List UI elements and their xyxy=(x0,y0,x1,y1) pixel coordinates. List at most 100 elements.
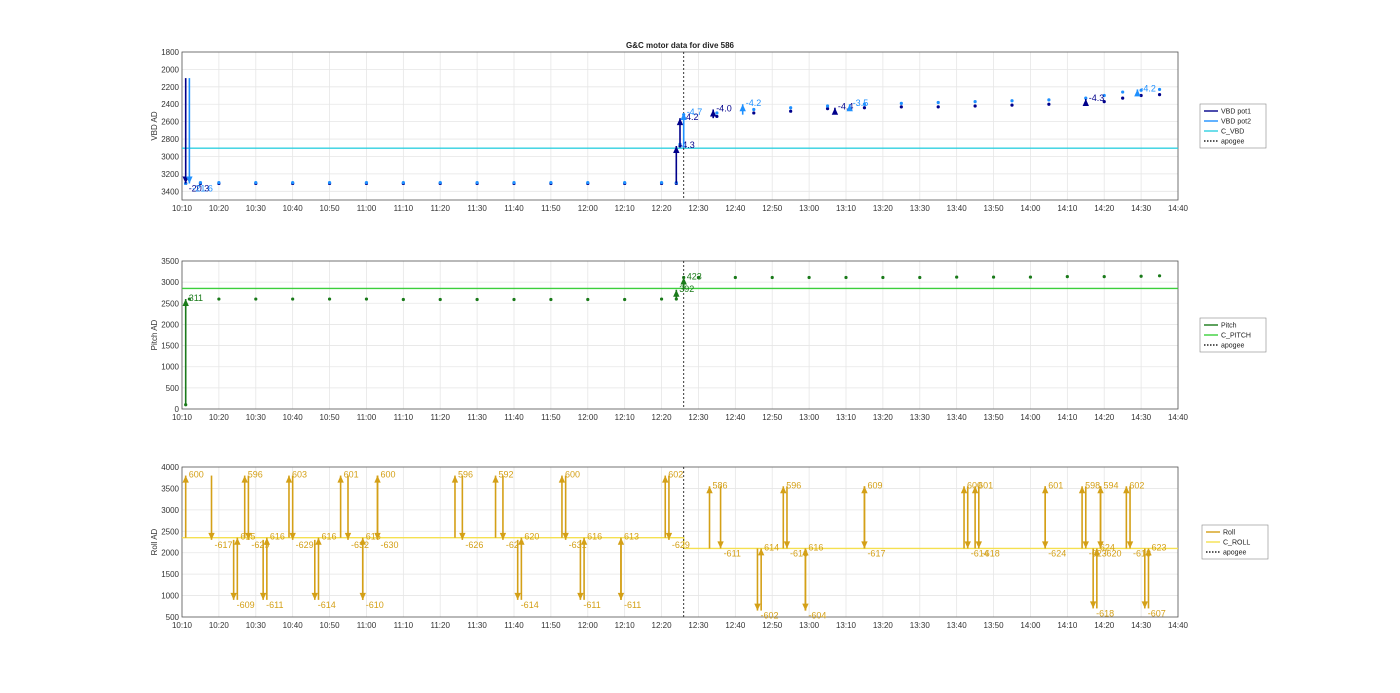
x-tick-label: 13:00 xyxy=(799,413,820,422)
x-tick-label: 13:50 xyxy=(984,413,1005,422)
move-arrow-head xyxy=(1042,541,1049,549)
vbd-panel: 10:10 10:20 10:30 10:40 10:50 11:00 11:10 11:20… xyxy=(150,48,1267,213)
x-tick-label: 13:40 xyxy=(947,204,968,213)
data-point-vbd-pot2 xyxy=(1157,87,1162,92)
x-tick-label: 14:00 xyxy=(1020,413,1041,422)
move-arrow-head xyxy=(289,532,296,540)
x-tick-label: 14:00 xyxy=(1020,621,1041,630)
x-tick-label: 12:30 xyxy=(688,621,709,630)
data-point-vbd-pot2 xyxy=(1010,99,1014,103)
move-label: 613 xyxy=(624,532,639,542)
move-label: -607 xyxy=(1148,608,1166,618)
move-label: 311 xyxy=(189,293,203,303)
data-point-pitch xyxy=(918,275,922,280)
data-point-vbd-pot1 xyxy=(752,111,756,115)
legend-label: C_ROLL xyxy=(1223,540,1250,547)
y-tick-label: 1500 xyxy=(161,342,179,351)
data-point-pitch xyxy=(364,297,369,301)
x-tick-label: 13:10 xyxy=(836,413,857,422)
y-tick-label: 2400 xyxy=(161,100,179,109)
x-tick-label: 14:40 xyxy=(1168,621,1189,630)
data-point-pitch xyxy=(659,297,664,301)
data-point-pitch xyxy=(1102,275,1106,279)
move-arrow-head xyxy=(1141,601,1148,609)
x-tick-label: 10:10 xyxy=(172,204,193,213)
y-tick-label: 3400 xyxy=(161,187,179,196)
move-label: 601 xyxy=(344,470,359,480)
data-point-vbd-pot1 xyxy=(1010,103,1014,107)
legend-label: apogee xyxy=(1221,139,1244,146)
y-axis-label: Roll AD xyxy=(150,528,159,555)
x-tick-label: 11:30 xyxy=(467,413,487,422)
move-label: 596 xyxy=(248,470,263,480)
x-tick-label: 10:50 xyxy=(320,413,341,422)
x-tick-label: 11:10 xyxy=(394,621,414,630)
x-tick-label: 12:00 xyxy=(578,413,599,422)
move-label: -626 xyxy=(465,540,483,550)
data-point-pitch xyxy=(1139,274,1143,278)
move-label: 600 xyxy=(381,470,396,480)
data-point-pitch xyxy=(327,297,332,301)
data-point-pitch xyxy=(1065,275,1069,279)
x-tick-label: 12:40 xyxy=(725,204,746,213)
move-label: 616 xyxy=(270,532,285,542)
x-tick-label: 12:20 xyxy=(652,204,673,213)
legend-label: VBD pot1 xyxy=(1221,109,1251,116)
move-label: 616 xyxy=(587,532,602,542)
motor-data-figure: G&C motor data for dive 586 10:10 10:20 10… xyxy=(150,41,1269,630)
move-label: 603 xyxy=(292,470,307,480)
move-arrow-head xyxy=(754,603,761,611)
figure-title: G&C motor data for dive 586 xyxy=(626,41,735,50)
x-tick-label: 10:20 xyxy=(209,413,230,422)
data-point-vbd-pot2 xyxy=(659,180,664,185)
y-tick-label: 0 xyxy=(175,405,180,414)
data-point-pitch xyxy=(733,275,737,280)
move-label: -611 xyxy=(724,548,741,558)
move-label: -4.3 xyxy=(679,140,695,150)
x-tick-label: 11:20 xyxy=(431,204,451,213)
y-tick-label: 2600 xyxy=(161,118,179,127)
move-label: 616 xyxy=(321,532,336,542)
x-tick-label: 11:30 xyxy=(467,204,487,213)
data-point-vbd-pot2 xyxy=(401,180,405,185)
legend-label: apogee xyxy=(1223,550,1246,557)
x-tick-label: 14:40 xyxy=(1168,413,1189,422)
move-label: -611 xyxy=(624,600,641,610)
x-tick-label: 12:20 xyxy=(652,621,673,630)
roll-legend: Roll C_ROLLapogee xyxy=(1201,524,1269,560)
x-tick-label: 14:10 xyxy=(1057,621,1078,630)
x-tick-label: 12:00 xyxy=(578,621,599,630)
data-point-vbd-pot2 xyxy=(438,180,442,185)
data-point-vbd-pot1 xyxy=(789,109,793,113)
data-point-pitch xyxy=(770,275,774,280)
move-arrow-head xyxy=(499,532,507,540)
x-tick-label: 12:20 xyxy=(652,413,673,422)
x-tick-label: 13:50 xyxy=(984,621,1005,630)
x-tick-label: 12:50 xyxy=(762,621,783,630)
x-tick-label: 11:10 xyxy=(394,413,414,422)
x-tick-label: 14:30 xyxy=(1131,413,1152,422)
move-label: -618 xyxy=(982,548,1000,558)
move-arrow-head xyxy=(311,592,318,600)
x-tick-label: 11:20 xyxy=(431,413,451,422)
x-tick-label: 11:40 xyxy=(504,621,524,630)
y-tick-label: 4000 xyxy=(161,463,179,472)
data-point-vbd-pot1 xyxy=(1157,93,1162,97)
x-tick-label: 10:30 xyxy=(246,413,267,422)
data-point-vbd-pot2 xyxy=(475,180,479,185)
move-label: 596 xyxy=(458,470,473,480)
y-tick-label: 2000 xyxy=(161,549,179,558)
y-tick-label: 2500 xyxy=(161,527,179,536)
move-label: -4.7 xyxy=(687,107,703,117)
x-tick-label: 13:30 xyxy=(910,413,931,422)
data-point-vbd-pot2 xyxy=(936,100,940,105)
move-label: 600 xyxy=(189,470,204,480)
x-tick-label: 11:00 xyxy=(357,621,377,630)
data-point-vbd-pot2 xyxy=(364,180,369,185)
legend-label: C_PITCH xyxy=(1221,333,1251,340)
x-tick-label: 14:30 xyxy=(1131,204,1152,213)
move-label: -4.2 xyxy=(1140,83,1156,93)
x-tick-label: 12:40 xyxy=(725,413,746,422)
x-tick-label: 14:20 xyxy=(1094,621,1115,630)
move-label: -629 xyxy=(296,540,314,550)
